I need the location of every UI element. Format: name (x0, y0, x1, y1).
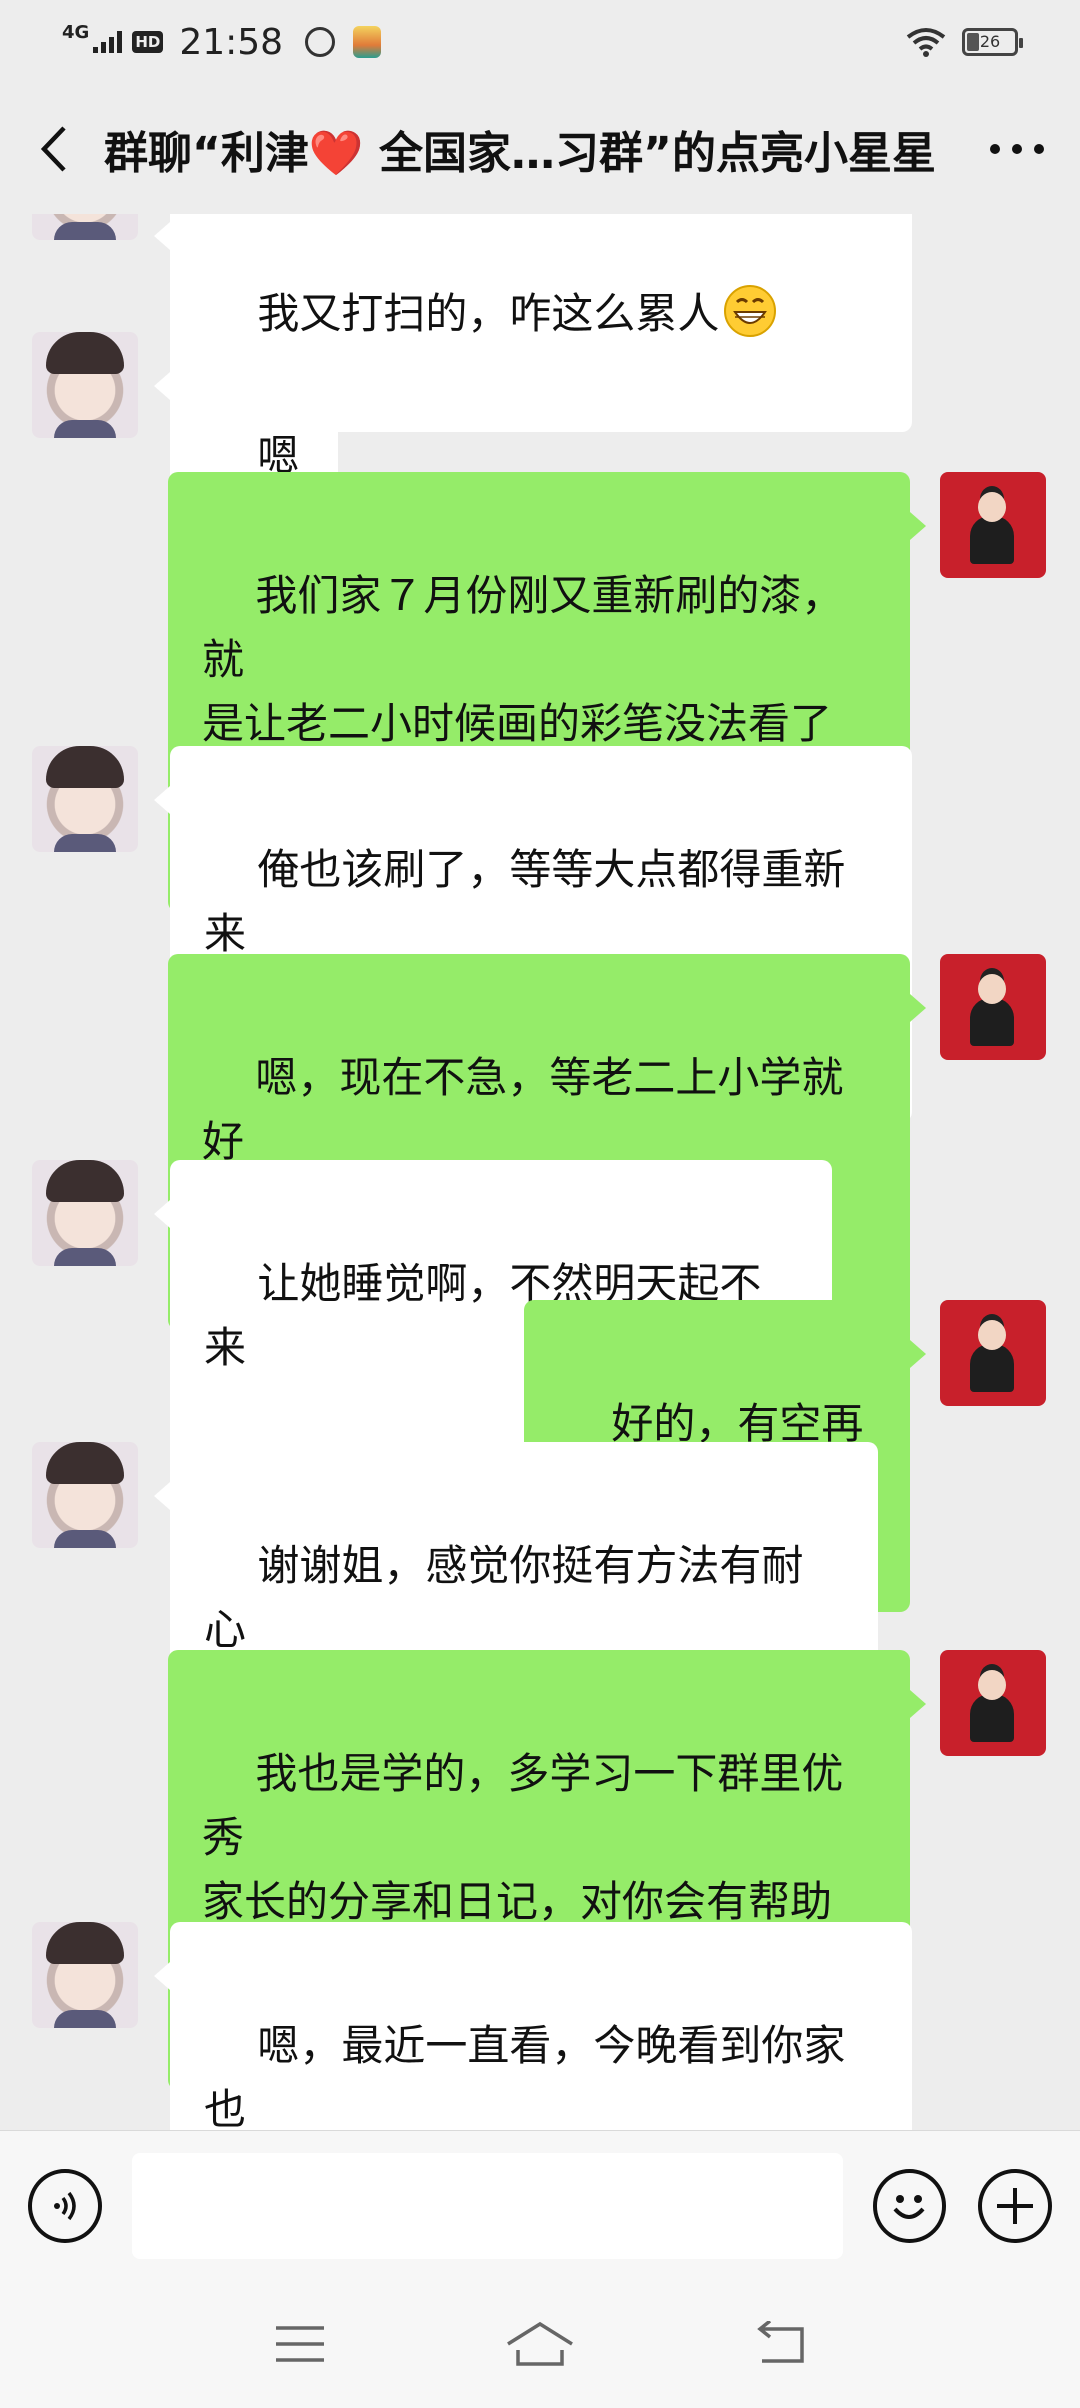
grin-emoji-icon (724, 285, 777, 337)
network-type: 4G (62, 21, 90, 43)
chat-title: 群聊“利津❤️ 全国家…习群”的点亮小星星 (104, 128, 936, 179)
user-avatar[interactable] (940, 1300, 1046, 1406)
back-nav-button[interactable] (735, 2314, 825, 2374)
smiley-icon (893, 2194, 925, 2219)
user-avatar[interactable] (940, 1650, 1046, 1756)
plus-icon (997, 2187, 1034, 2224)
contact-avatar[interactable] (32, 214, 138, 240)
status-bar: 4G HD 21:58 26 (0, 0, 1080, 84)
more-actions-button[interactable] (978, 2168, 1053, 2243)
home-nav-button[interactable] (495, 2314, 585, 2374)
clock: 21:58 (179, 21, 284, 63)
user-avatar[interactable] (940, 954, 1046, 1060)
back-icon[interactable] (28, 119, 78, 179)
home-icon (507, 2321, 573, 2366)
user-avatar[interactable] (940, 472, 1046, 578)
emoji-button[interactable] (872, 2168, 947, 2243)
return-icon (757, 2321, 804, 2363)
message-input[interactable] (131, 2152, 843, 2259)
menu-nav-button[interactable] (255, 2314, 345, 2374)
contact-avatar[interactable] (32, 1442, 138, 1548)
message-list[interactable]: 我又打扫的，咋这么累人 嗯 我们家７月份刚又重新刷的漆，就 是让老二小时候画的彩… (0, 214, 1080, 2130)
menu-icon (276, 2326, 324, 2362)
battery-level: 26 (979, 32, 1001, 51)
contact-avatar[interactable] (32, 1160, 138, 1266)
contact-avatar[interactable] (32, 746, 138, 852)
app-notification-icon (353, 26, 382, 58)
input-bar (0, 2130, 1080, 2280)
system-nav-bar (0, 2280, 1080, 2408)
message-text: 我们家７月份刚又重新刷的漆，就 是让老二小时候画的彩笔没法看了 (202, 571, 844, 748)
hd-badge: HD (132, 31, 164, 53)
message-text: 我又打扫的，咋这么累人 (257, 289, 720, 338)
wifi-icon (906, 28, 946, 57)
more-icon[interactable] (982, 119, 1052, 179)
message-text: 嗯，最近一直看，今晚看到你家也 算乘法就问问 (204, 2021, 846, 2130)
chat-header: 群聊“利津❤️ 全国家…习群”的点亮小星星 (0, 84, 1080, 214)
message-text: 谢谢姐，感觉你挺有方法有耐心 (204, 1541, 804, 1654)
voice-icon (53, 2191, 76, 2220)
sync-icon (305, 27, 336, 57)
voice-button[interactable] (28, 2168, 102, 2243)
battery-icon: 26 (962, 28, 1023, 56)
message-bubble[interactable]: 嗯，最近一直看，今晚看到你家也 算乘法就问问 (154, 1922, 912, 2130)
signal-icon (93, 31, 123, 53)
contact-avatar[interactable] (32, 1922, 138, 2028)
contact-avatar[interactable] (32, 332, 138, 438)
